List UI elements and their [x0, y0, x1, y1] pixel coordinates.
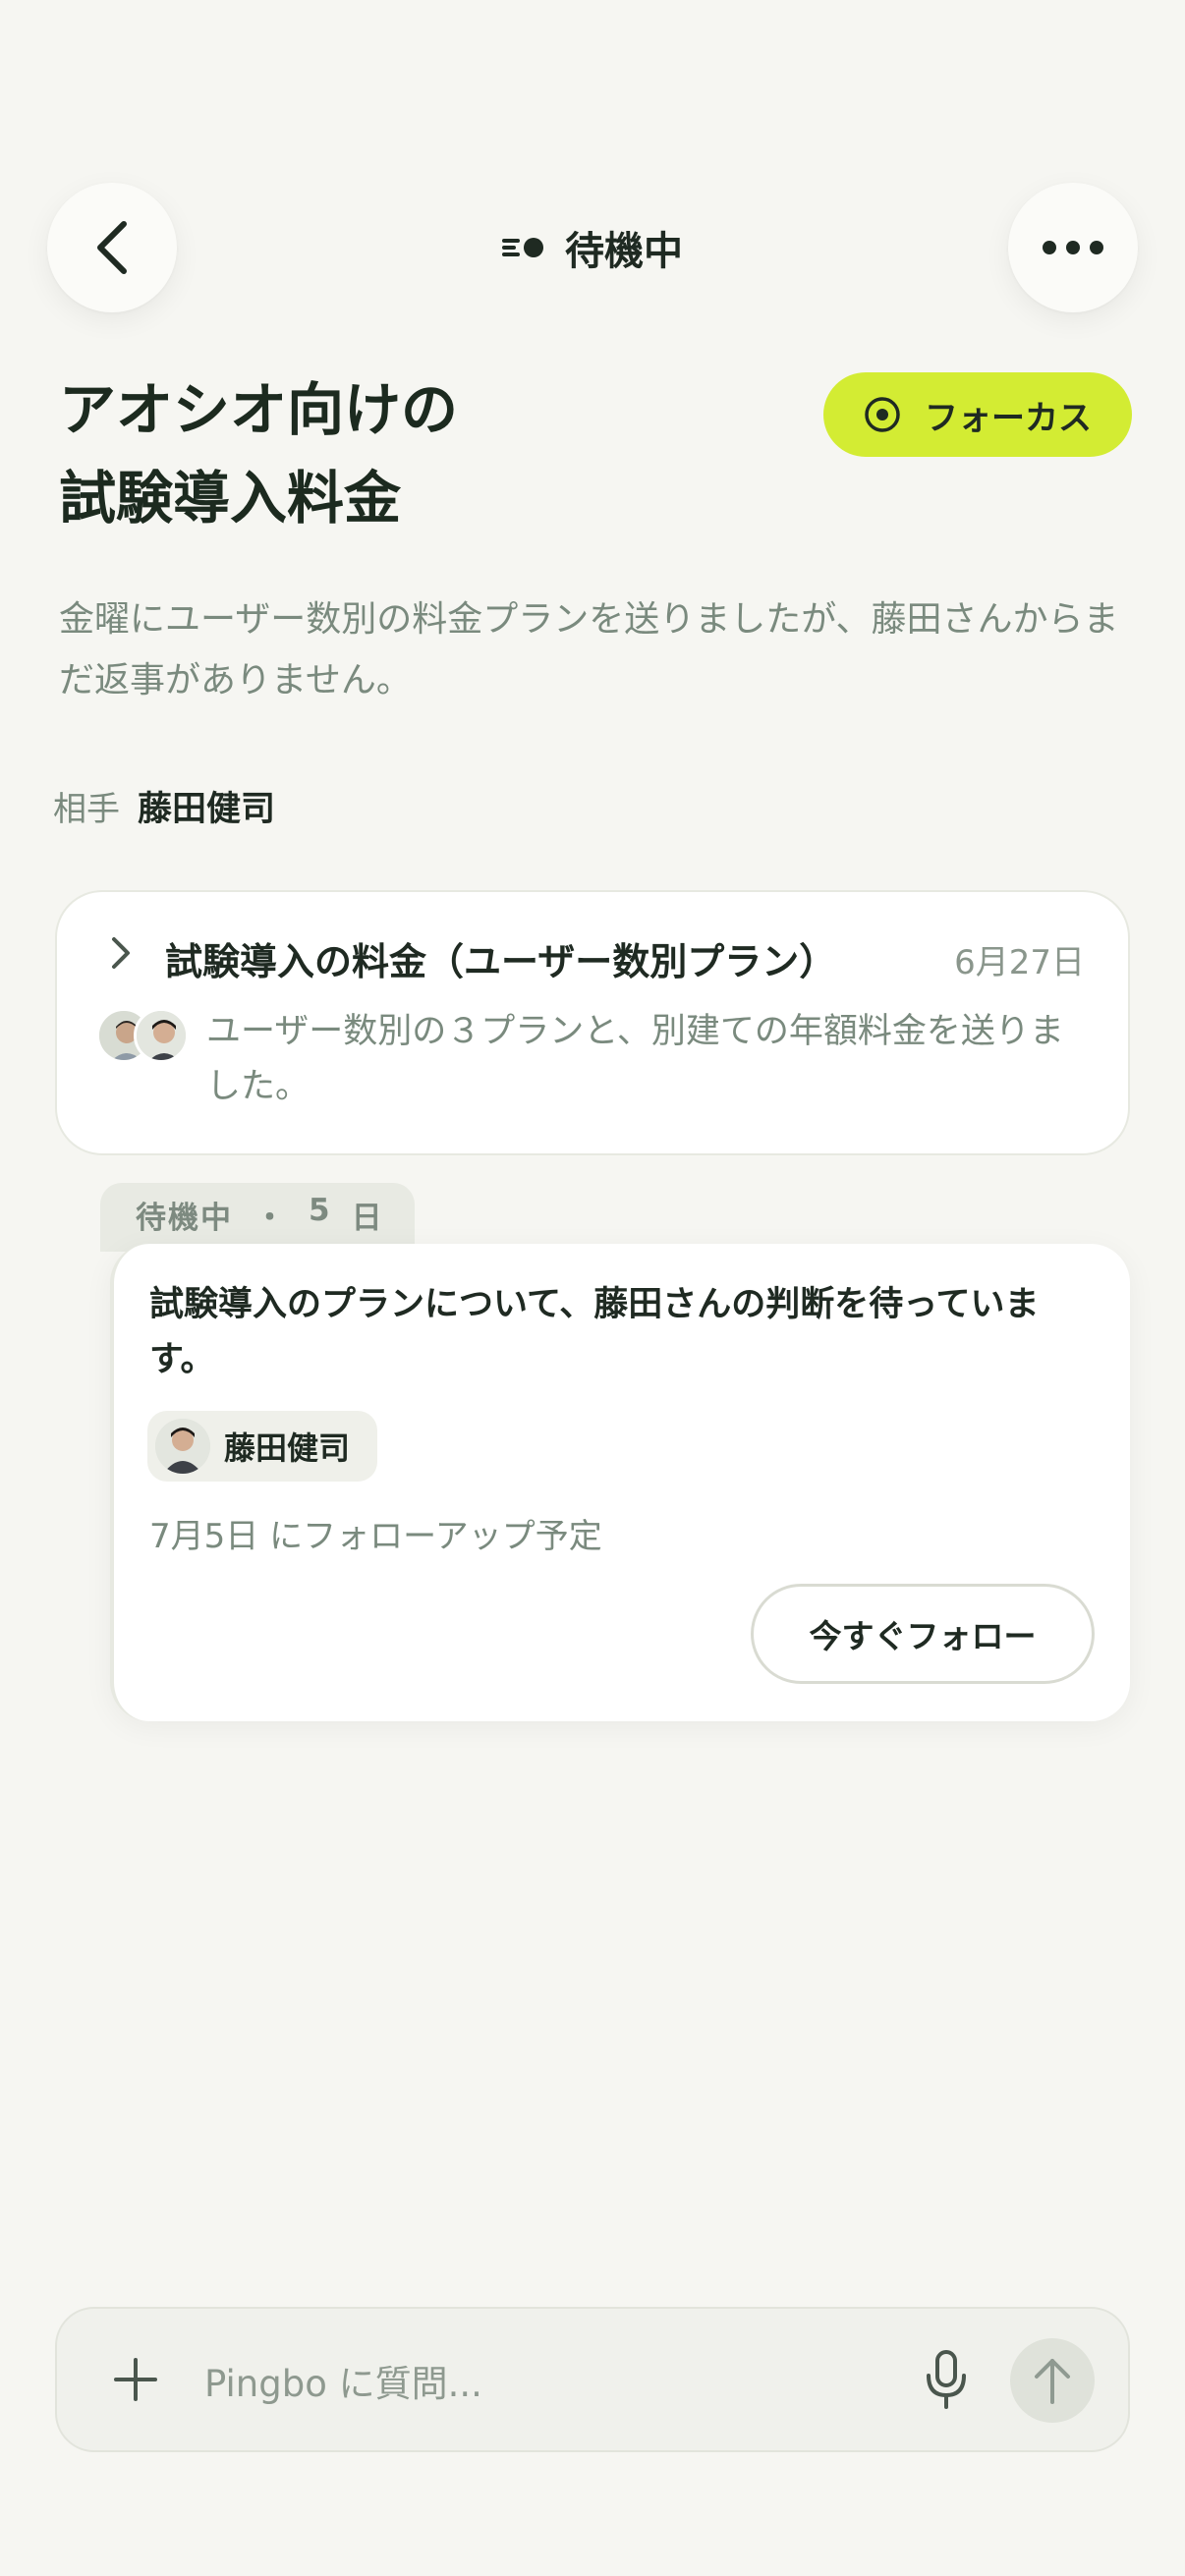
focus-target-icon [865, 397, 900, 432]
avatar [134, 1008, 189, 1063]
thread-body: ユーザー数別の３プランと、別建ての年額料金を送りました。 [206, 1012, 1064, 1106]
focus-button[interactable]: フォーカス [823, 372, 1132, 457]
page-title-line1: アオシオ向けの [59, 376, 459, 443]
app-screen: 待機中 アオシオ向けの 試験導入料金 フォーカス 金曜にユーザー数別の料金プラン… [0, 0, 1185, 2576]
send-button[interactable] [1010, 2338, 1095, 2423]
page-title-line2: 試験導入料金 [59, 465, 402, 532]
plus-icon[interactable] [108, 2352, 163, 2407]
thread-card[interactable]: 試験導入の料金（ユーザー数別プラン） 6月27日 ユーザー数別の３プランと、別建… [55, 890, 1130, 1155]
waiting-card: 試験導入のプランについて、藤田さんの判断を待っています。 藤田健司 7月5日 に… [110, 1244, 1130, 1721]
waiting-tab-status: 待機中 [136, 1201, 233, 1236]
more-dots-icon [1043, 241, 1103, 254]
followup-schedule: 7月5日 にフォローアップ予定 [149, 1517, 602, 1556]
focus-label: フォーカス [925, 398, 1092, 438]
waiting-days-tab: 待機中 ・ 5 日 [100, 1183, 415, 1252]
header-status-label: 待機中 [565, 229, 683, 274]
chat-input-bar[interactable]: Pingbo に質問... [55, 2307, 1130, 2452]
follow-now-button[interactable]: 今すぐフォロー [751, 1584, 1095, 1684]
participants-avatars [96, 1008, 195, 1067]
chat-input[interactable]: Pingbo に質問... [204, 2354, 482, 2407]
waiting-tab-dot: ・ [254, 1201, 287, 1236]
page-title: アオシオ向けの 試験導入料金 [59, 365, 747, 542]
microphone-icon[interactable] [922, 2348, 971, 2411]
waiting-tab-days: 5 [309, 1193, 332, 1228]
waiting-tab-unit: 日 [351, 1201, 384, 1236]
waiting-status-icon [502, 238, 543, 257]
waiting-text: 試験導入のプランについて、藤田さんの判断を待っています。 [149, 1285, 1040, 1379]
partner-row: 相手 藤田健司 [53, 781, 275, 831]
thread-date: 6月27日 [954, 943, 1085, 982]
avatar [155, 1419, 210, 1474]
person-chip[interactable]: 藤田健司 [147, 1411, 378, 1482]
send-arrow-icon [1035, 2359, 1070, 2404]
thread-title: 試験導入の料金（ユーザー数別プラン） [165, 940, 837, 983]
more-button[interactable] [1008, 183, 1138, 312]
partner-name: 藤田健司 [138, 790, 276, 829]
expand-chevron-icon[interactable] [106, 933, 134, 973]
description: 金曜にユーザー数別の料金プランを送りましたが、藤田さんからまだ返事がありません。 [59, 599, 1119, 700]
partner-key: 相手 [53, 790, 120, 829]
person-name: 藤田健司 [224, 1429, 351, 1467]
